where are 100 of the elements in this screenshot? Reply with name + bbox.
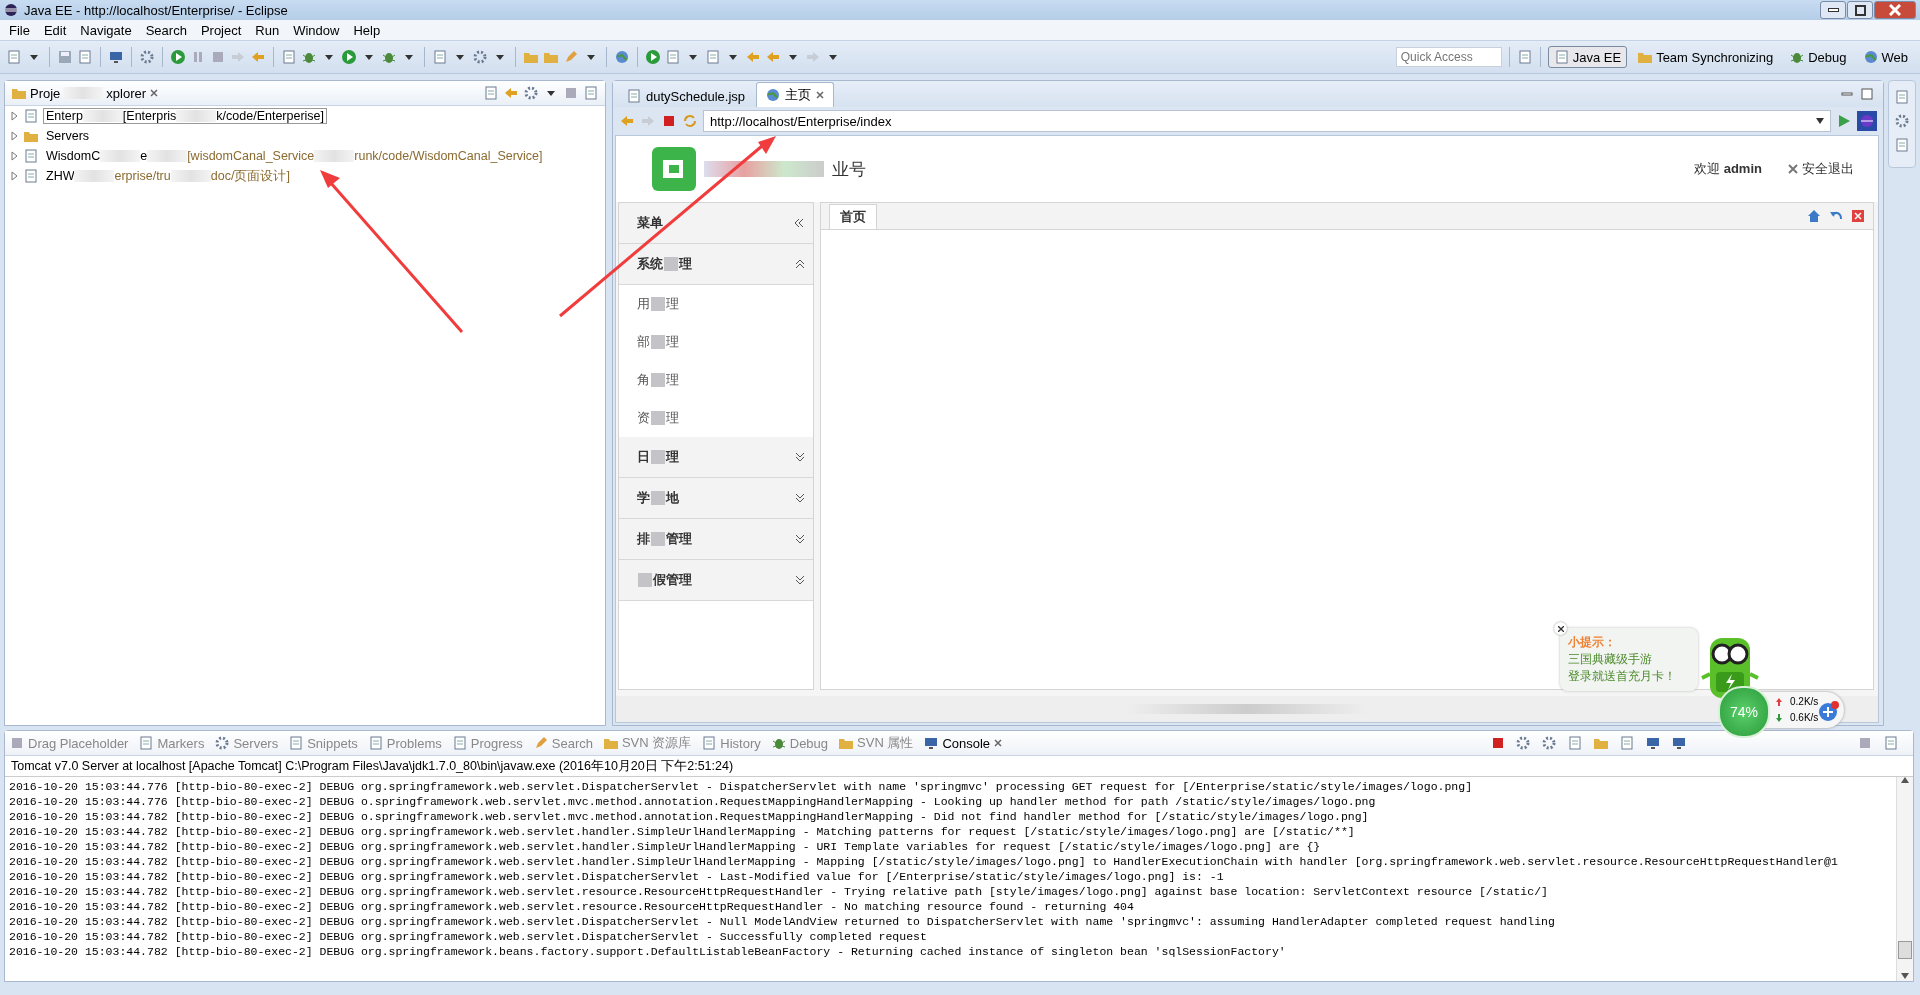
menu-label[interactable]: 理 (666, 295, 679, 313)
page-icon[interactable] (1567, 735, 1583, 751)
play-icon[interactable] (645, 49, 661, 65)
view-tab[interactable]: Proje xplorer (11, 85, 160, 101)
page-icon[interactable] (1883, 735, 1899, 751)
page-icon[interactable] (281, 49, 297, 65)
view-tab[interactable]: Markers (138, 735, 205, 751)
console-line: 2016-10-20 15:03:44.782 [http-bio-80-exec-2] DEBUG o.springframework.web.servlet.mvc.method.annotation.RequestMappingHandlerMapping - Did not find handler method for [/static/style/images/logo.png] (9, 809, 1369, 824)
collapse-icon[interactable] (793, 218, 805, 228)
menu-label[interactable]: 排 (637, 530, 650, 548)
menu-label[interactable]: 部 (637, 333, 650, 351)
tree-item-text[interactable]: e (140, 149, 148, 163)
close-icon[interactable] (815, 90, 825, 100)
editor-tab[interactable]: dutySchedule.jsp (617, 84, 754, 107)
menu-label[interactable]: 地 (666, 489, 679, 507)
home-icon[interactable] (1807, 209, 1821, 223)
play-icon[interactable] (170, 49, 186, 65)
menu-label[interactable]: 资 (637, 409, 650, 427)
tree-item-text[interactable]: runk/code/WisdomCanal_Service] (354, 149, 543, 163)
play-icon[interactable] (341, 49, 357, 65)
tree-item-text[interactable]: WisdomC (46, 149, 101, 163)
page-icon[interactable] (483, 85, 499, 101)
menu-item[interactable]: Help (346, 22, 388, 38)
menu-item[interactable]: Navigate (73, 22, 139, 38)
page-icon[interactable] (1619, 735, 1635, 751)
go-icon[interactable] (1836, 113, 1852, 129)
close-icon[interactable] (1851, 209, 1865, 223)
refresh-icon[interactable] (682, 113, 698, 129)
save-icon[interactable] (57, 49, 73, 65)
blurred-text (651, 450, 665, 464)
menu-item[interactable]: File (2, 22, 37, 38)
gear-icon[interactable] (523, 85, 539, 101)
view-tab[interactable]: Console (923, 735, 1004, 751)
arrow-left-icon[interactable] (250, 49, 266, 65)
menu-label[interactable]: 理 (666, 448, 679, 466)
page-icon[interactable] (1894, 137, 1910, 153)
arrow-left-icon[interactable] (619, 113, 635, 129)
gear-icon[interactable] (1515, 735, 1531, 751)
quick-access-field[interactable]: Quick Access (1395, 47, 1502, 67)
menu-item[interactable]: Run (248, 22, 287, 38)
menu-item[interactable]: Project (193, 22, 249, 38)
editor-tab[interactable]: 主页 (756, 82, 834, 107)
gear-icon[interactable] (1894, 113, 1910, 129)
page-tab[interactable]: 首页 (829, 204, 877, 229)
blurred-text (651, 373, 665, 387)
menu-label[interactable]: 系统 (637, 255, 663, 273)
globe-icon[interactable] (614, 49, 630, 65)
close-icon[interactable] (149, 88, 160, 98)
menu-label[interactable]: 学 (637, 489, 650, 507)
menu-label[interactable]: 日 (637, 448, 650, 466)
globe-icon[interactable] (1857, 111, 1877, 131)
menu-item[interactable]: Edit (36, 22, 74, 38)
menu-label[interactable]: 角 (637, 371, 650, 389)
maximize-icon[interactable] (1861, 88, 1873, 100)
page-icon[interactable] (1894, 89, 1910, 105)
tree-item-text[interactable]: Enterp (46, 109, 83, 123)
menu-label[interactable]: 理 (679, 255, 692, 273)
view-tab[interactable]: SVN 属性 (838, 734, 914, 752)
monitor-icon[interactable] (108, 49, 124, 65)
tree-item-text[interactable]: [wisdomCanal_Service (187, 149, 315, 163)
perspective-button[interactable]: Debug (1783, 46, 1853, 68)
gear-icon[interactable] (1541, 735, 1557, 751)
view-tab[interactable]: SVN 资源库 (602, 734, 692, 752)
menu-item[interactable]: Window (286, 22, 347, 38)
perspective-button[interactable]: Team Synchronizing (1631, 46, 1780, 68)
tree-item-text[interactable]: ZHW (46, 169, 75, 183)
scrollbar-thumb[interactable] (1898, 941, 1912, 959)
menu-label[interactable]: 理 (666, 333, 679, 351)
menu-item[interactable]: Search (138, 22, 194, 38)
page-icon[interactable] (1516, 49, 1533, 65)
minimize-button[interactable] (1820, 1, 1846, 19)
view-tab[interactable]: Servers (214, 735, 279, 751)
perspective-button[interactable]: Web (1856, 46, 1914, 68)
scrollbar[interactable] (1896, 777, 1913, 981)
perspective-button[interactable]: Java EE (1547, 46, 1628, 68)
monitor-icon[interactable] (1671, 735, 1687, 751)
page-icon[interactable] (583, 85, 599, 101)
page-icon[interactable] (77, 49, 93, 65)
add-icon[interactable] (1818, 700, 1840, 722)
logout-link[interactable]: 安全退出 (1788, 160, 1854, 178)
tree-item-text[interactable]: doc/页面设计] (210, 167, 290, 185)
tree-item-text[interactable]: [Enterpris (122, 109, 177, 123)
arrow-left-icon[interactable] (503, 85, 519, 101)
stop-icon[interactable] (1857, 735, 1873, 751)
url-field[interactable]: http://localhost/Enterprise/index (703, 110, 1831, 132)
monitor-icon[interactable] (1645, 735, 1661, 751)
close-icon[interactable] (993, 738, 1004, 748)
tree-item-text[interactable]: erprise/tru (114, 169, 171, 183)
menu-label[interactable]: 理 (666, 371, 679, 389)
stop-icon[interactable] (1491, 736, 1505, 750)
menu-label[interactable]: 用 (637, 295, 650, 313)
gear-icon[interactable] (472, 49, 488, 65)
tree-item-text[interactable]: k/code/Enterperise] (216, 109, 325, 123)
menu-label[interactable]: 理 (666, 409, 679, 427)
gear-icon[interactable] (139, 49, 155, 65)
menu-label[interactable]: 管理 (666, 530, 692, 548)
stop-icon[interactable] (661, 113, 677, 129)
tree-item-text[interactable]: Servers (46, 129, 90, 143)
maximize-button[interactable] (1847, 1, 1873, 19)
menu-label[interactable]: 假管理 (653, 571, 692, 589)
